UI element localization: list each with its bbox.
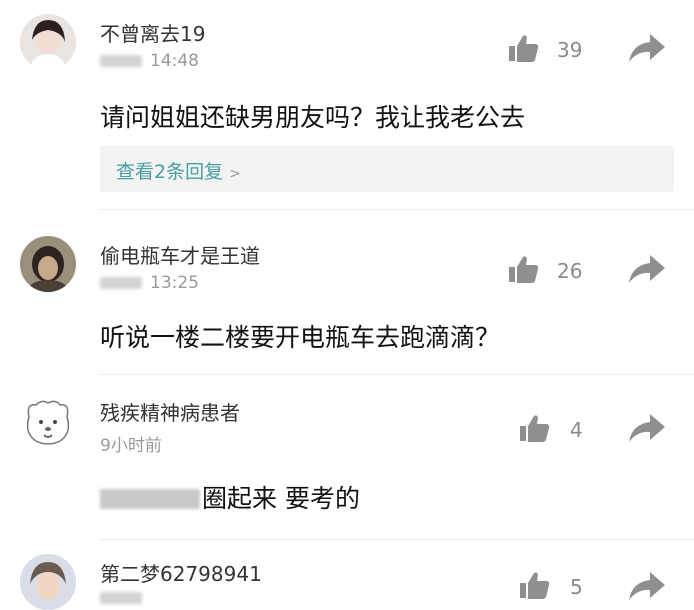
avatar[interactable] [20, 554, 76, 610]
blurred-date [100, 277, 142, 289]
username[interactable]: 不曾离去19 [100, 18, 205, 47]
avatar[interactable] [20, 395, 76, 451]
blurred-date [100, 55, 142, 67]
like-count: 4 [570, 418, 583, 442]
share-icon[interactable] [627, 253, 667, 285]
view-replies-link[interactable]: 查看2条回复 > [116, 157, 241, 184]
comment-text: 听说一楼二楼要开电瓶车去跑滴滴？ [100, 323, 501, 352]
share-icon[interactable] [627, 412, 667, 444]
thumbs-up-icon[interactable] [508, 33, 540, 63]
thumbs-up-icon[interactable] [519, 570, 551, 600]
thumbs-up-icon[interactable] [508, 254, 540, 284]
timestamp: 13:25 [100, 273, 199, 293]
share-icon[interactable] [627, 32, 667, 64]
comment-text: 圈起来 要考的 [100, 479, 360, 515]
username[interactable]: 第二梦62798941 [100, 558, 262, 587]
chevron-right-icon: > [229, 166, 241, 182]
like-count: 39 [557, 38, 583, 62]
username[interactable]: 偷电瓶车才是王道 [100, 240, 260, 269]
blurred-date [100, 592, 142, 604]
share-icon[interactable] [627, 570, 667, 602]
comment-text: 请问姐姐还缺男朋友吗？我让我老公去 [100, 103, 526, 132]
like-count: 26 [557, 259, 583, 283]
timestamp: 14:48 [100, 51, 199, 71]
avatar[interactable] [20, 14, 76, 70]
thumbs-up-icon[interactable] [519, 413, 551, 443]
timestamp [100, 588, 150, 608]
comment-item: 残疾精神病患者 9小时前 4 圈起来 要考的 [0, 375, 694, 540]
like-count: 5 [570, 575, 583, 599]
blurred-text [100, 489, 200, 509]
username[interactable]: 残疾精神病患者 [100, 397, 240, 426]
avatar[interactable] [20, 236, 76, 292]
comment-item: 第二梦62798941 5 [0, 540, 694, 610]
comment-item: 偷电瓶车才是王道 13:25 26 听说一楼二楼要开电瓶车去跑滴滴？ [0, 210, 694, 375]
reply-preview[interactable]: 查看2条回复 > [100, 146, 674, 192]
comment-item: 不曾离去19 14:48 39 请问姐姐还缺男朋友吗？我让我老公去 查看2条回复… [0, 0, 694, 210]
timestamp: 9小时前 [100, 436, 162, 456]
